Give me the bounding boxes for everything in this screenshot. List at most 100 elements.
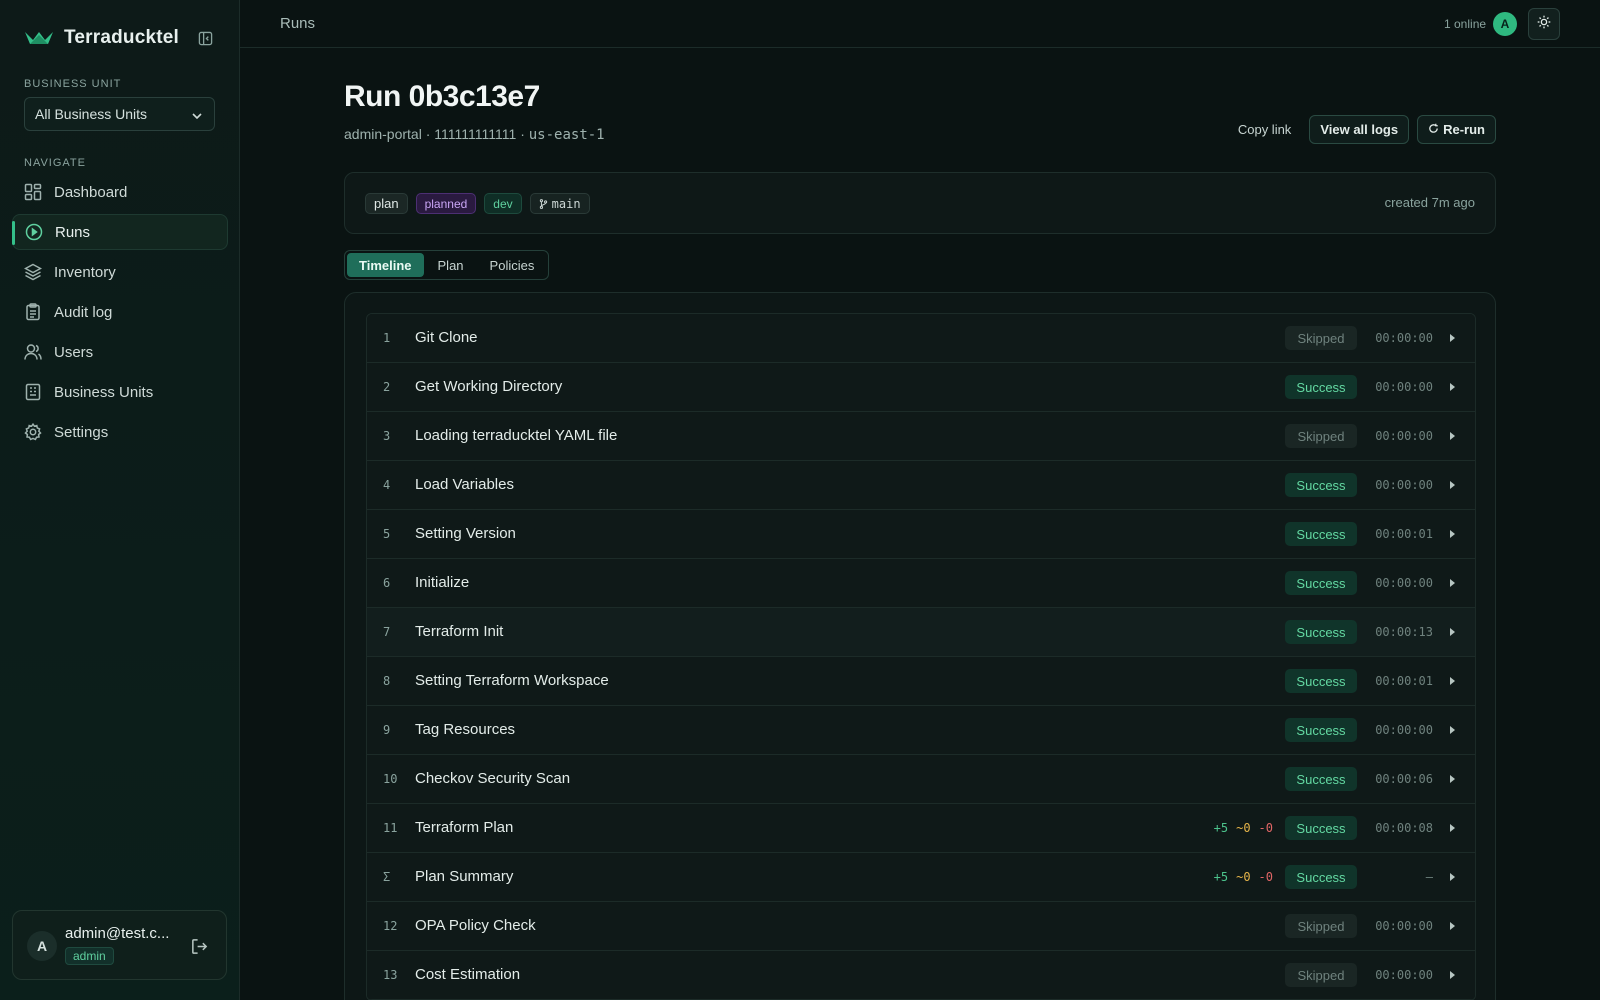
account-id: 111111111111 (434, 126, 517, 142)
expand-caret-icon[interactable] (1450, 481, 1455, 489)
brand[interactable]: Terraducktel (24, 24, 179, 52)
status-badge: Success (1285, 522, 1357, 546)
view-all-logs-button[interactable]: View all logs (1309, 115, 1410, 144)
expand-caret-icon[interactable] (1450, 432, 1455, 440)
status-badge: Success (1285, 865, 1357, 889)
step-row[interactable]: 4 Load Variables Success 00:00:00 (367, 461, 1475, 510)
step-number: 10 (383, 772, 398, 786)
branch-badge: main (529, 193, 590, 214)
step-name: Initialize (415, 574, 470, 591)
user-email: admin@test.c... (65, 925, 170, 942)
tab-policies[interactable]: Policies (478, 253, 547, 277)
step-row[interactable]: 13 Cost Estimation Skipped 00:00:00 (367, 951, 1475, 1000)
step-number: 11 (383, 821, 398, 835)
navigate-label: NAVIGATE (24, 157, 86, 169)
expand-caret-icon[interactable] (1450, 726, 1455, 734)
status-badge: Success (1285, 571, 1357, 595)
sidebar: Terraducktel BUSINESS UNIT All Business … (0, 0, 240, 1000)
user-card: A admin@test.c... admin (12, 910, 227, 980)
expand-caret-icon[interactable] (1450, 579, 1455, 587)
step-number: 4 (383, 478, 391, 492)
expand-caret-icon[interactable] (1450, 628, 1455, 636)
region: us-east-1 (528, 127, 605, 143)
expand-caret-icon[interactable] (1450, 775, 1455, 783)
theme-toggle-button[interactable] (1528, 8, 1560, 40)
step-name: Checkov Security Scan (415, 770, 571, 787)
online-user-avatar[interactable]: A (1493, 12, 1517, 36)
status-badge: Skipped (1285, 963, 1357, 987)
step-row[interactable]: Σ Plan Summary +5 ~0 -0 Success — (367, 853, 1475, 902)
expand-caret-icon[interactable] (1450, 922, 1455, 930)
sidebar-item-settings[interactable]: Settings (12, 414, 228, 450)
business-unit-select[interactable]: All Business Units (24, 97, 215, 131)
view-all-logs-label: View all logs (1320, 122, 1399, 137)
tab-timeline[interactable]: Timeline (347, 253, 424, 277)
step-row[interactable]: 11 Terraform Plan +5 ~0 -0 Success 00:00… (367, 804, 1475, 853)
step-row[interactable]: 5 Setting Version Success 00:00:01 (367, 510, 1475, 559)
step-row[interactable]: 9 Tag Resources Success 00:00:00 (367, 706, 1475, 755)
sidebar-item-business-units[interactable]: Business Units (12, 374, 228, 410)
run-type-badge: plan (365, 193, 408, 214)
environment-badge: dev (484, 193, 522, 214)
step-name: OPA Policy Check (415, 917, 536, 934)
expand-caret-icon[interactable] (1450, 530, 1455, 538)
step-name: Cost Estimation (415, 966, 521, 983)
building-icon (24, 383, 42, 401)
sidebar-item-dashboard[interactable]: Dashboard (12, 174, 228, 210)
sidebar-item-label: Inventory (54, 263, 116, 281)
run-meta-card: plan planned dev main created 7m ago (344, 172, 1496, 234)
step-row[interactable]: 10 Checkov Security Scan Success 00:00:0… (367, 755, 1475, 804)
step-row[interactable]: 8 Setting Terraform Workspace Success 00… (367, 657, 1475, 706)
business-unit-label: BUSINESS UNIT (24, 78, 122, 90)
step-duration: 00:00:00 (1375, 429, 1433, 443)
sidebar-item-label: Users (54, 343, 94, 361)
project-name: admin-portal (344, 126, 422, 142)
step-row[interactable]: 3 Loading terraducktel YAML file Skipped… (367, 412, 1475, 461)
step-name: Terraform Init (415, 623, 504, 640)
step-duration: 00:00:01 (1375, 674, 1433, 688)
topbar: Runs 1 online A (240, 0, 1600, 48)
step-duration: — (1425, 870, 1433, 884)
status-badge: Success (1285, 375, 1357, 399)
expand-caret-icon[interactable] (1450, 873, 1455, 881)
sidebar-item-label: Dashboard (54, 183, 128, 201)
collapse-sidebar-icon[interactable] (196, 29, 214, 47)
logout-icon[interactable] (189, 936, 209, 956)
step-row[interactable]: 2 Get Working Directory Success 00:00:00 (367, 363, 1475, 412)
expand-caret-icon[interactable] (1450, 824, 1455, 832)
step-row[interactable]: 7 Terraform Init Success 00:00:13 (367, 608, 1475, 657)
copy-link-button[interactable]: Copy link (1228, 116, 1301, 143)
page-title: Run 0b3c13e7 (344, 80, 540, 113)
step-duration: 00:00:00 (1375, 478, 1433, 492)
chevron-down-icon (192, 106, 202, 122)
step-row[interactable]: 6 Initialize Success 00:00:00 (367, 559, 1475, 608)
diff-change-count: ~0 (1236, 821, 1251, 835)
sidebar-item-runs[interactable]: Runs (12, 214, 228, 250)
expand-caret-icon[interactable] (1450, 971, 1455, 979)
step-row[interactable]: 12 OPA Policy Check Skipped 00:00:00 (367, 902, 1475, 951)
breadcrumb[interactable]: Runs (280, 15, 315, 32)
sidebar-item-audit-log[interactable]: Audit log (12, 294, 228, 330)
step-name: Get Working Directory (415, 378, 563, 395)
app-name: Terraducktel (64, 27, 180, 48)
step-row[interactable]: 1 Git Clone Skipped 00:00:00 (367, 314, 1475, 363)
sidebar-item-label: Runs (55, 223, 91, 241)
step-number: 13 (383, 968, 398, 982)
step-duration: 00:00:06 (1375, 772, 1433, 786)
rerun-label: Re-run (1443, 122, 1485, 137)
status-badge: Success (1285, 718, 1357, 742)
tab-plan[interactable]: Plan (426, 253, 476, 277)
expand-caret-icon[interactable] (1450, 383, 1455, 391)
sidebar-item-inventory[interactable]: Inventory (12, 254, 228, 290)
expand-caret-icon[interactable] (1450, 677, 1455, 685)
rerun-button[interactable]: Re-run (1417, 115, 1496, 144)
status-badge: Success (1285, 816, 1357, 840)
step-number: Σ (383, 870, 391, 884)
expand-caret-icon[interactable] (1450, 334, 1455, 342)
step-number: 12 (383, 919, 398, 933)
sidebar-item-users[interactable]: Users (12, 334, 228, 370)
step-number: 2 (383, 380, 391, 394)
status-badge: Skipped (1285, 914, 1357, 938)
step-number: 5 (383, 527, 391, 541)
status-badge: Success (1285, 620, 1357, 644)
